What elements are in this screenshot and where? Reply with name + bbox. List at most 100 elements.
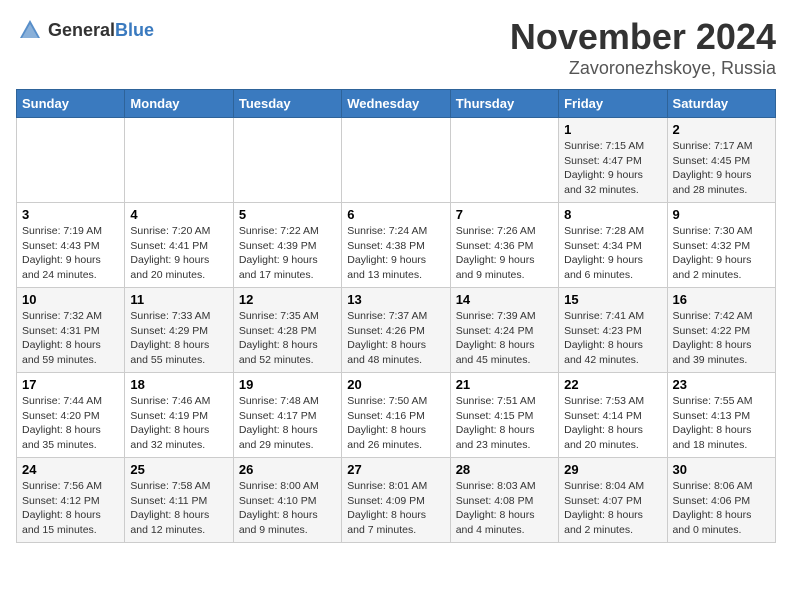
day-number: 21 (456, 377, 553, 392)
day-info: Sunrise: 7:51 AM Sunset: 4:15 PM Dayligh… (456, 394, 553, 453)
day-number: 19 (239, 377, 336, 392)
calendar-cell: 27Sunrise: 8:01 AM Sunset: 4:09 PM Dayli… (342, 458, 450, 543)
day-info: Sunrise: 7:42 AM Sunset: 4:22 PM Dayligh… (673, 309, 770, 368)
day-number: 22 (564, 377, 661, 392)
day-number: 24 (22, 462, 119, 477)
day-info: Sunrise: 7:48 AM Sunset: 4:17 PM Dayligh… (239, 394, 336, 453)
day-info: Sunrise: 7:46 AM Sunset: 4:19 PM Dayligh… (130, 394, 227, 453)
day-number: 27 (347, 462, 444, 477)
logo-blue-text: Blue (115, 20, 154, 40)
day-number: 11 (130, 292, 227, 307)
day-number: 3 (22, 207, 119, 222)
day-info: Sunrise: 7:17 AM Sunset: 4:45 PM Dayligh… (673, 139, 770, 198)
day-info: Sunrise: 7:55 AM Sunset: 4:13 PM Dayligh… (673, 394, 770, 453)
day-number: 14 (456, 292, 553, 307)
day-info: Sunrise: 7:50 AM Sunset: 4:16 PM Dayligh… (347, 394, 444, 453)
calendar-cell: 10 Sunrise: 7:32 AM Sunset: 4:31 PM Dayli… (17, 288, 125, 373)
day-number: 4 (130, 207, 227, 222)
calendar-cell: 12 Sunrise: 7:35 AM Sunset: 4:28 PM Dayli… (233, 288, 341, 373)
calendar-cell: 13Sunrise: 7:37 AM Sunset: 4:26 PM Dayli… (342, 288, 450, 373)
day-info: Sunrise: 7:26 AM Sunset: 4:36 PM Dayligh… (456, 224, 553, 283)
calendar-cell: 30 Sunrise: 8:06 AM Sunset: 4:06 PM Dayli… (667, 458, 775, 543)
weekday-header-monday: Monday (125, 90, 233, 118)
calendar-cell: 14 Sunrise: 7:39 AM Sunset: 4:24 PM Dayli… (450, 288, 558, 373)
day-number: 17 (22, 377, 119, 392)
location-title: Zavoronezhskoye, Russia (510, 58, 776, 79)
calendar-cell: 18 Sunrise: 7:46 AM Sunset: 4:19 PM Dayli… (125, 373, 233, 458)
day-info: Sunrise: 7:24 AM Sunset: 4:38 PM Dayligh… (347, 224, 444, 283)
day-number: 9 (673, 207, 770, 222)
weekday-header-saturday: Saturday (667, 90, 775, 118)
day-info: Sunrise: 7:15 AM Sunset: 4:47 PM Dayligh… (564, 139, 661, 198)
day-number: 18 (130, 377, 227, 392)
calendar-cell: 15 Sunrise: 7:41 AM Sunset: 4:23 PM Dayli… (559, 288, 667, 373)
calendar-cell: 22 Sunrise: 7:53 AM Sunset: 4:14 PM Dayli… (559, 373, 667, 458)
day-info: Sunrise: 7:56 AM Sunset: 4:12 PM Dayligh… (22, 479, 119, 538)
calendar-cell: 28 Sunrise: 8:03 AM Sunset: 4:08 PM Dayli… (450, 458, 558, 543)
day-info: Sunrise: 7:39 AM Sunset: 4:24 PM Dayligh… (456, 309, 553, 368)
calendar-cell: 2 Sunrise: 7:17 AM Sunset: 4:45 PM Daylig… (667, 118, 775, 203)
day-number: 2 (673, 122, 770, 137)
day-info: Sunrise: 8:03 AM Sunset: 4:08 PM Dayligh… (456, 479, 553, 538)
logo-general-text: General (48, 20, 115, 40)
day-info: Sunrise: 7:33 AM Sunset: 4:29 PM Dayligh… (130, 309, 227, 368)
header: GeneralBlue November 2024 Zavoronezhskoy… (16, 16, 776, 79)
calendar-cell (233, 118, 341, 203)
day-number: 12 (239, 292, 336, 307)
weekday-header-friday: Friday (559, 90, 667, 118)
day-number: 6 (347, 207, 444, 222)
day-info: Sunrise: 7:37 AM Sunset: 4:26 PM Dayligh… (347, 309, 444, 368)
day-info: Sunrise: 7:30 AM Sunset: 4:32 PM Dayligh… (673, 224, 770, 283)
day-number: 10 (22, 292, 119, 307)
day-info: Sunrise: 7:41 AM Sunset: 4:23 PM Dayligh… (564, 309, 661, 368)
calendar-cell (342, 118, 450, 203)
day-info: Sunrise: 7:32 AM Sunset: 4:31 PM Dayligh… (22, 309, 119, 368)
logo: GeneralBlue (16, 16, 154, 44)
week-row-5: 24 Sunrise: 7:56 AM Sunset: 4:12 PM Dayli… (17, 458, 776, 543)
day-number: 25 (130, 462, 227, 477)
calendar-cell: 19 Sunrise: 7:48 AM Sunset: 4:17 PM Dayli… (233, 373, 341, 458)
day-info: Sunrise: 7:35 AM Sunset: 4:28 PM Dayligh… (239, 309, 336, 368)
day-info: Sunrise: 7:44 AM Sunset: 4:20 PM Dayligh… (22, 394, 119, 453)
calendar-cell: 11 Sunrise: 7:33 AM Sunset: 4:29 PM Dayli… (125, 288, 233, 373)
day-number: 30 (673, 462, 770, 477)
day-number: 26 (239, 462, 336, 477)
day-info: Sunrise: 8:04 AM Sunset: 4:07 PM Dayligh… (564, 479, 661, 538)
day-info: Sunrise: 7:20 AM Sunset: 4:41 PM Dayligh… (130, 224, 227, 283)
week-row-3: 10 Sunrise: 7:32 AM Sunset: 4:31 PM Dayli… (17, 288, 776, 373)
weekday-header-thursday: Thursday (450, 90, 558, 118)
day-info: Sunrise: 7:19 AM Sunset: 4:43 PM Dayligh… (22, 224, 119, 283)
calendar-cell: 6 Sunrise: 7:24 AM Sunset: 4:38 PM Daylig… (342, 203, 450, 288)
calendar-cell: 9 Sunrise: 7:30 AM Sunset: 4:32 PM Daylig… (667, 203, 775, 288)
day-info: Sunrise: 8:06 AM Sunset: 4:06 PM Dayligh… (673, 479, 770, 538)
weekday-header-row: SundayMondayTuesdayWednesdayThursdayFrid… (17, 90, 776, 118)
day-info: Sunrise: 7:53 AM Sunset: 4:14 PM Dayligh… (564, 394, 661, 453)
calendar-cell (17, 118, 125, 203)
title-area: November 2024 Zavoronezhskoye, Russia (510, 16, 776, 79)
calendar-cell: 4 Sunrise: 7:20 AM Sunset: 4:41 PM Daylig… (125, 203, 233, 288)
calendar-cell: 5Sunrise: 7:22 AM Sunset: 4:39 PM Daylig… (233, 203, 341, 288)
day-number: 20 (347, 377, 444, 392)
weekday-header-wednesday: Wednesday (342, 90, 450, 118)
calendar-cell: 7 Sunrise: 7:26 AM Sunset: 4:36 PM Daylig… (450, 203, 558, 288)
calendar-cell: 1 Sunrise: 7:15 AM Sunset: 4:47 PM Daylig… (559, 118, 667, 203)
calendar-cell: 26 Sunrise: 8:00 AM Sunset: 4:10 PM Dayli… (233, 458, 341, 543)
day-number: 15 (564, 292, 661, 307)
day-number: 28 (456, 462, 553, 477)
day-number: 1 (564, 122, 661, 137)
logo-icon (16, 16, 44, 44)
day-number: 16 (673, 292, 770, 307)
weekday-header-tuesday: Tuesday (233, 90, 341, 118)
calendar-cell (450, 118, 558, 203)
calendar-cell: 3 Sunrise: 7:19 AM Sunset: 4:43 PM Daylig… (17, 203, 125, 288)
calendar-cell: 20 Sunrise: 7:50 AM Sunset: 4:16 PM Dayli… (342, 373, 450, 458)
month-title: November 2024 (510, 16, 776, 58)
week-row-2: 3 Sunrise: 7:19 AM Sunset: 4:43 PM Daylig… (17, 203, 776, 288)
day-number: 23 (673, 377, 770, 392)
calendar-cell: 17 Sunrise: 7:44 AM Sunset: 4:20 PM Dayli… (17, 373, 125, 458)
calendar-cell: 23 Sunrise: 7:55 AM Sunset: 4:13 PM Dayli… (667, 373, 775, 458)
day-info: Sunrise: 8:00 AM Sunset: 4:10 PM Dayligh… (239, 479, 336, 538)
calendar-cell: 25Sunrise: 7:58 AM Sunset: 4:11 PM Dayli… (125, 458, 233, 543)
weekday-header-sunday: Sunday (17, 90, 125, 118)
day-number: 7 (456, 207, 553, 222)
